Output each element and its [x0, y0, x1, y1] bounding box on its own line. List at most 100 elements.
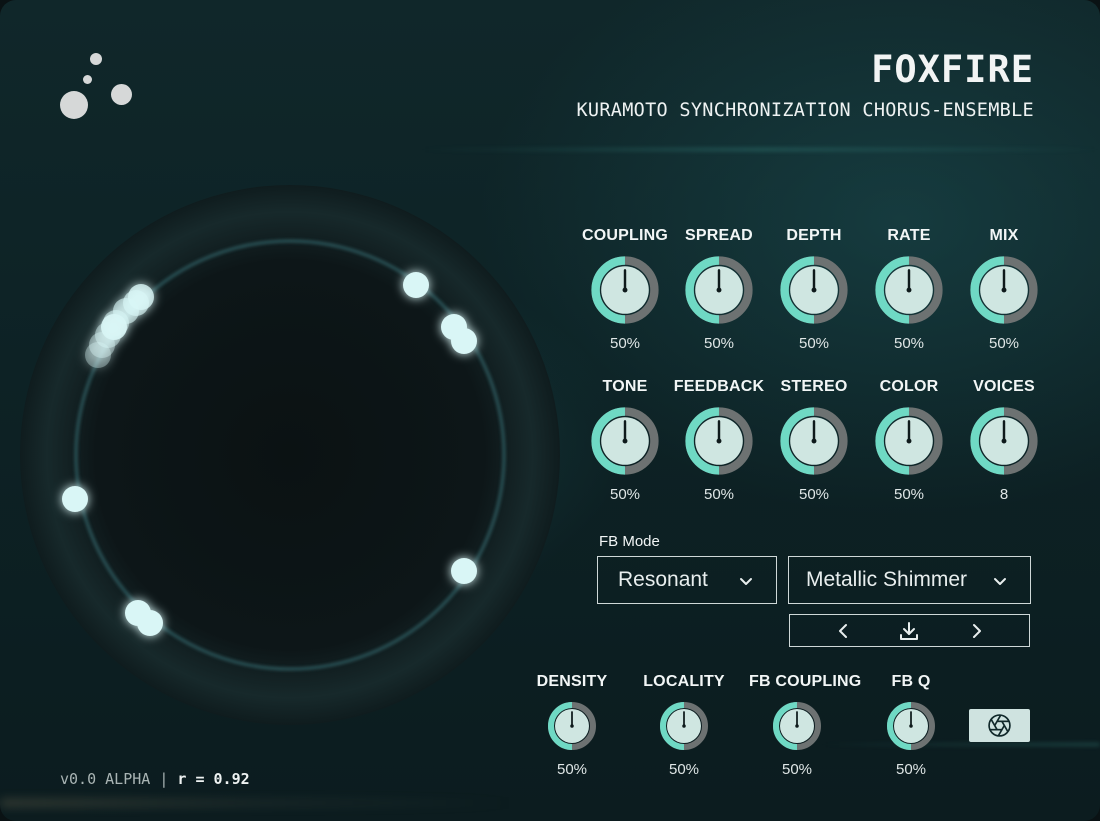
- knob-coupling[interactable]: COUPLING 50%: [577, 227, 673, 352]
- knob-label: FEEDBACK: [673, 378, 765, 395]
- knob-hub: [811, 438, 817, 444]
- knob-label: TONE: [602, 378, 648, 395]
- knob-value: 50%: [781, 761, 813, 778]
- plugin-subtitle: KURAMOTO SYNCHRONIZATION CHORUS-ENSEMBLE: [576, 100, 1034, 121]
- logo-icon: [55, 48, 145, 128]
- knob-dial[interactable]: [590, 255, 660, 325]
- knob-fb-coupling[interactable]: FB COUPLING 50%: [749, 673, 861, 778]
- knob-value: 50%: [609, 335, 641, 352]
- knob-value: 50%: [988, 335, 1020, 352]
- knob-fb-q[interactable]: FB Q 50%: [863, 673, 959, 778]
- knob-depth[interactable]: DEPTH 50%: [766, 227, 862, 352]
- knob-dial[interactable]: [684, 255, 754, 325]
- plugin-window: FOXFIRE KURAMOTO SYNCHRONIZATION CHORUS-…: [0, 0, 1100, 821]
- knob-hub: [906, 287, 912, 293]
- oscillator-dot: [137, 610, 163, 636]
- oscillator-dot: [62, 486, 88, 512]
- knob-value: 50%: [703, 335, 735, 352]
- knob-label: VOICES: [973, 378, 1035, 395]
- fb-mode-value: Resonant: [618, 568, 708, 591]
- knob-label: COUPLING: [581, 227, 669, 244]
- knob-mix[interactable]: MIX 50%: [956, 227, 1052, 352]
- oscillator-dot: [128, 284, 154, 310]
- chevron-left-icon[interactable]: [833, 620, 855, 642]
- knob-label: MIX: [989, 227, 1019, 244]
- sync-r-value: 0.92: [213, 770, 250, 788]
- knob-label: RATE: [887, 227, 931, 244]
- knob-value: 50%: [556, 761, 588, 778]
- sync-r-label: r =: [177, 770, 205, 788]
- knob-dial[interactable]: [969, 255, 1039, 325]
- knob-dial[interactable]: [590, 406, 660, 476]
- knob-label: LOCALITY: [643, 673, 725, 690]
- knob-dial[interactable]: [874, 406, 944, 476]
- knob-value: 50%: [895, 761, 927, 778]
- knob-rate[interactable]: RATE 50%: [861, 227, 957, 352]
- knob-hub: [622, 287, 628, 293]
- aperture-icon: [988, 714, 1011, 737]
- knob-voices[interactable]: VOICES 8: [956, 378, 1052, 503]
- knob-label: DENSITY: [536, 673, 608, 690]
- knob-value: 50%: [609, 486, 641, 503]
- knob-dial[interactable]: [547, 701, 597, 751]
- preset-navigation: [789, 614, 1030, 647]
- knob-dial[interactable]: [874, 255, 944, 325]
- knob-dial[interactable]: [969, 406, 1039, 476]
- knob-spread[interactable]: SPREAD 50%: [671, 227, 767, 352]
- oscillator-dot: [101, 314, 127, 340]
- knob-dial[interactable]: [684, 406, 754, 476]
- fb-mode-dropdown[interactable]: Resonant: [597, 556, 777, 604]
- knob-feedback[interactable]: FEEDBACK 50%: [671, 378, 767, 503]
- knob-hub: [811, 287, 817, 293]
- knob-hub: [1001, 287, 1007, 293]
- knob-hub: [1001, 438, 1007, 444]
- chevron-down-icon: [740, 578, 752, 585]
- light-streak: [420, 148, 1100, 151]
- knob-hub: [795, 724, 799, 728]
- knob-dial[interactable]: [772, 701, 822, 751]
- knob-value: 50%: [798, 335, 830, 352]
- knob-hub: [716, 287, 722, 293]
- knob-locality[interactable]: LOCALITY 50%: [636, 673, 732, 778]
- download-icon[interactable]: [898, 620, 920, 642]
- knob-value: 50%: [798, 486, 830, 503]
- light-streak: [820, 743, 1100, 746]
- knob-stereo[interactable]: STEREO 50%: [766, 378, 862, 503]
- knob-color[interactable]: COLOR 50%: [861, 378, 957, 503]
- oscillator-dot: [451, 558, 477, 584]
- knob-hub: [716, 438, 722, 444]
- knob-label: COLOR: [879, 378, 939, 395]
- knob-dial[interactable]: [779, 406, 849, 476]
- chevron-down-icon: [994, 578, 1006, 585]
- knob-value: 50%: [703, 486, 735, 503]
- knob-label: DEPTH: [786, 227, 842, 244]
- knob-value: 50%: [668, 761, 700, 778]
- knob-density[interactable]: DENSITY 50%: [524, 673, 620, 778]
- knob-hub: [682, 724, 686, 728]
- snapshot-button[interactable]: [969, 709, 1030, 742]
- knob-dial[interactable]: [779, 255, 849, 325]
- knob-value: 50%: [893, 486, 925, 503]
- footer-separator: |: [159, 770, 169, 788]
- knob-dial[interactable]: [659, 701, 709, 751]
- oscillator-dot: [403, 272, 429, 298]
- knob-hub: [906, 438, 912, 444]
- plugin-title: FOXFIRE: [871, 48, 1034, 91]
- chevron-right-icon[interactable]: [965, 620, 987, 642]
- version-label: v0.0 ALPHA: [60, 770, 151, 788]
- preset-dropdown[interactable]: Metallic Shimmer: [788, 556, 1031, 604]
- knob-hub: [570, 724, 574, 728]
- knob-hub: [909, 724, 913, 728]
- knob-value: 50%: [893, 335, 925, 352]
- knob-label: STEREO: [780, 378, 848, 395]
- light-streak: [0, 800, 520, 806]
- knob-label: FB Q: [891, 673, 931, 690]
- fb-mode-label: FB Mode: [599, 533, 660, 550]
- oscillator-dot: [451, 328, 477, 354]
- knob-hub: [622, 438, 628, 444]
- knob-dial[interactable]: [886, 701, 936, 751]
- oscillator-visualizer: [20, 185, 560, 725]
- knob-tone[interactable]: TONE 50%: [577, 378, 673, 503]
- knob-label: SPREAD: [685, 227, 753, 244]
- knob-value: 8: [999, 486, 1009, 503]
